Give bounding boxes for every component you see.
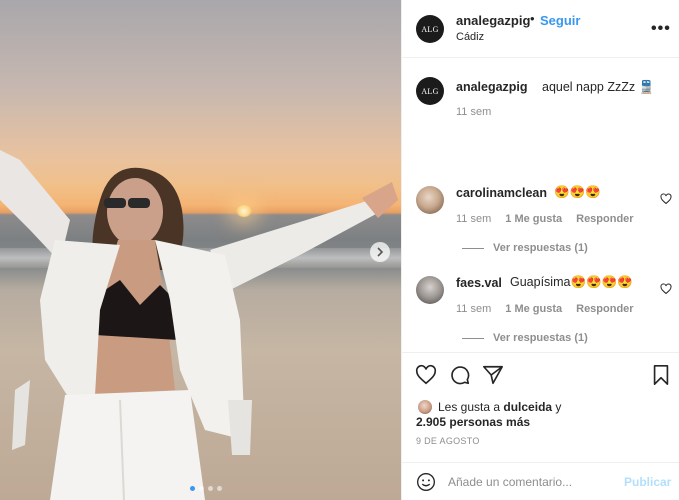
reply-button[interactable]: Responder: [576, 213, 633, 225]
author-username[interactable]: analegazpig: [456, 13, 530, 28]
comment-meta: 11 sem 1 Me gusta Responder: [456, 213, 634, 225]
action-bar: [402, 352, 679, 394]
next-slide-button[interactable]: [370, 242, 390, 262]
comment-username[interactable]: carolinamclean: [456, 186, 547, 200]
commenter-avatar[interactable]: [416, 186, 444, 214]
comment-time[interactable]: 11 sem: [456, 213, 491, 225]
comment-meta: 11 sem 1 Me gusta Responder: [456, 303, 634, 315]
carousel-dots: [190, 486, 222, 491]
author-avatar[interactable]: ALG: [416, 15, 444, 43]
carousel-dot: [208, 486, 213, 491]
header-separator: •: [530, 11, 535, 26]
carousel-dot-active: [190, 486, 195, 491]
replies-divider: [462, 247, 484, 249]
bookmark-icon[interactable]: [650, 364, 672, 386]
comment-like-icon[interactable]: [660, 193, 672, 205]
share-icon[interactable]: [482, 364, 504, 386]
person-figure: [0, 150, 398, 500]
caption-username[interactable]: analegazpig: [456, 80, 528, 94]
view-replies-label[interactable]: Ver respuestas (1): [493, 242, 588, 254]
replies-divider: [462, 337, 484, 339]
likes-summary: Les gusta a dulceida y: [438, 400, 561, 414]
caption-text: aquel napp ZzZz 🚆: [542, 80, 655, 94]
likes-prefix: Les gusta a: [438, 400, 504, 414]
publish-button[interactable]: Publicar: [624, 475, 671, 489]
carousel-dot: [199, 486, 204, 491]
view-replies[interactable]: Ver respuestas (1): [462, 242, 588, 254]
comment-text: Guapísima😍😍😍😍: [510, 275, 633, 289]
post-date[interactable]: 9 DE AGOSTO: [416, 436, 480, 446]
post-location[interactable]: Cádiz: [456, 31, 484, 43]
chevron-right-icon: [377, 247, 384, 257]
post-header: ALG analegazpig • Seguir Cádiz •••: [402, 0, 679, 58]
post-side-panel: ALG analegazpig • Seguir Cádiz ••• ALG a…: [401, 0, 679, 500]
comment-time[interactable]: 11 sem: [456, 303, 491, 315]
comment-username[interactable]: faes.val: [456, 276, 502, 290]
caption-time[interactable]: 11 sem: [456, 106, 491, 118]
comment-likes[interactable]: 1 Me gusta: [505, 213, 562, 225]
comment-icon[interactable]: [449, 364, 471, 386]
follow-button[interactable]: Seguir: [540, 13, 580, 28]
caption-avatar[interactable]: ALG: [416, 77, 444, 105]
comment-text: 😍😍😍: [554, 185, 601, 199]
likes-connector: y: [552, 400, 562, 414]
liker-username[interactable]: dulceida: [503, 400, 552, 414]
comment-like-icon[interactable]: [660, 283, 672, 295]
comment-composer: Publicar: [402, 462, 679, 500]
emoji-icon[interactable]: [416, 472, 436, 492]
view-replies-label[interactable]: Ver respuestas (1): [493, 332, 588, 344]
post-photo[interactable]: [0, 0, 401, 500]
comment-input[interactable]: [448, 472, 608, 492]
more-options-icon[interactable]: •••: [651, 20, 671, 38]
liker-avatar[interactable]: [418, 400, 432, 414]
commenter-avatar[interactable]: [416, 276, 444, 304]
carousel-dot: [217, 486, 222, 491]
reply-button[interactable]: Responder: [576, 303, 633, 315]
likes-others[interactable]: 2.905 personas más: [416, 415, 530, 429]
view-replies[interactable]: Ver respuestas (1): [462, 332, 588, 344]
comment-likes[interactable]: 1 Me gusta: [505, 303, 562, 315]
heart-icon[interactable]: [415, 364, 437, 386]
